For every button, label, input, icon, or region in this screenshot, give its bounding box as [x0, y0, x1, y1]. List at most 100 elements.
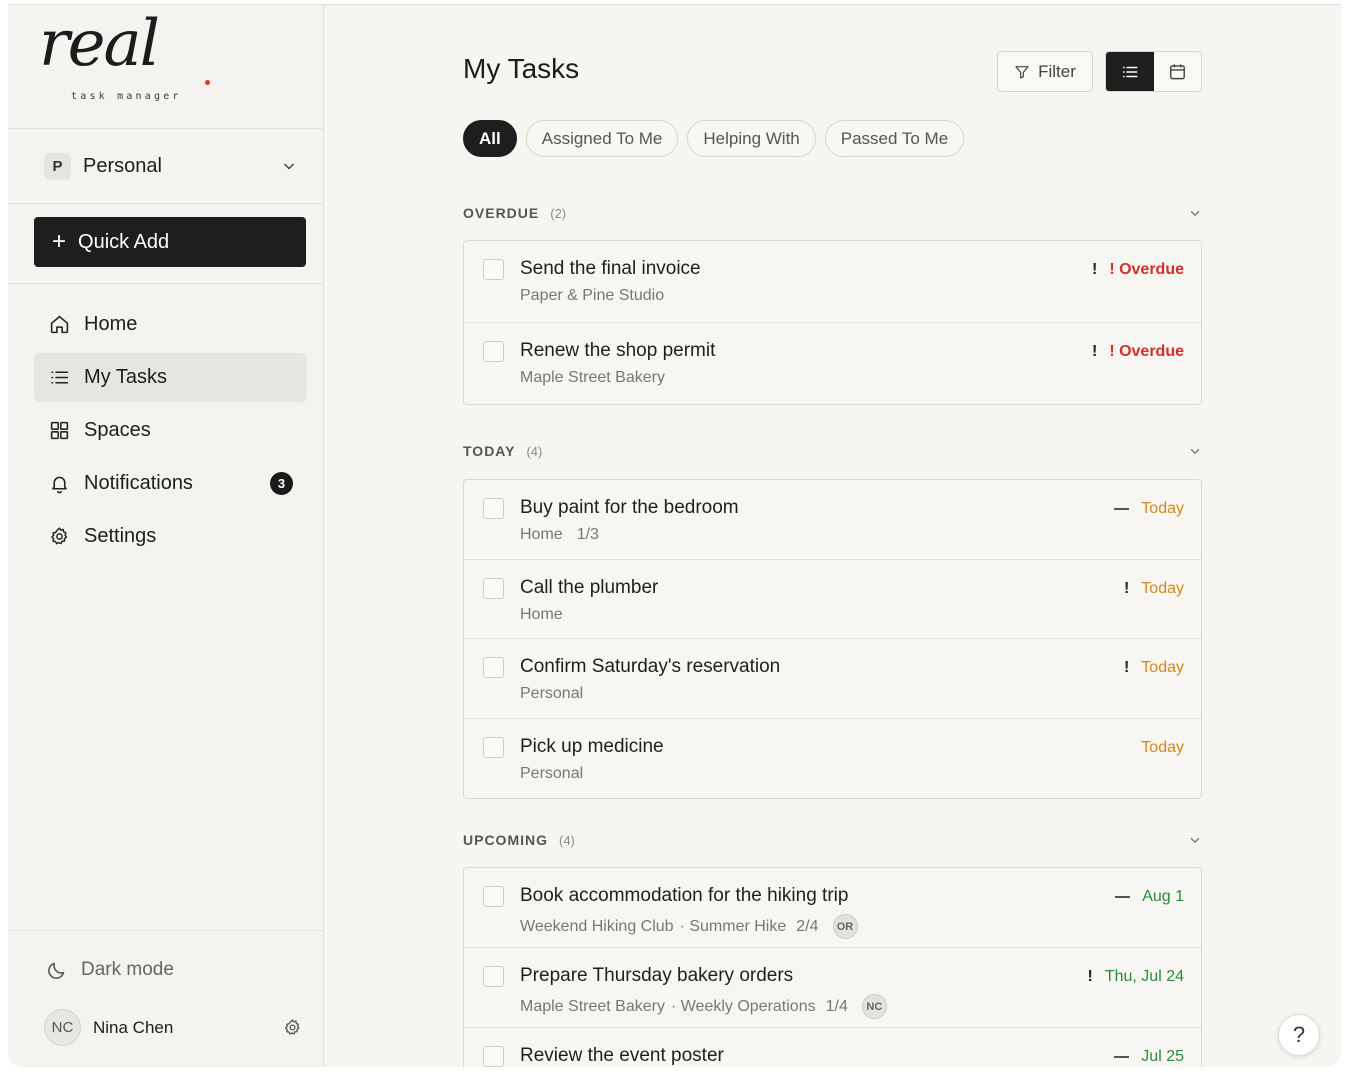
avatar: NC [44, 1009, 81, 1046]
task-title: Confirm Saturday's reservation [520, 656, 781, 677]
task-row[interactable]: Send the final invoice Paper & Pine Stud… [464, 241, 1201, 323]
task-meta: Weekend Hiking Club · Summer Hike 2/4 OR [520, 914, 858, 939]
logo-dot [205, 80, 210, 85]
task-row[interactable]: Confirm Saturday's reservation Personal … [464, 639, 1201, 719]
task-checkbox[interactable] [483, 578, 504, 599]
task-checkbox[interactable] [483, 657, 504, 678]
home-icon [48, 314, 70, 336]
user-profile[interactable]: NC Nina Chen [44, 1009, 302, 1046]
task-checkbox[interactable] [483, 966, 504, 987]
task-meta: Maple Street Bakery · Weekly Operations … [520, 994, 887, 1019]
workspace-name: Personal [83, 154, 162, 177]
gear-icon [48, 526, 70, 548]
tab-all[interactable]: All [463, 120, 517, 157]
section-header-overdue[interactable]: OVERDUE (2) [463, 205, 1202, 221]
section-count: (2) [550, 205, 567, 221]
due-label: Thu, Jul 24 [1104, 968, 1184, 985]
due-label: Today [1141, 659, 1184, 676]
tab-passed-to-me[interactable]: Passed To Me [824, 120, 965, 157]
logo-wordmark: real [39, 7, 160, 81]
task-checkbox[interactable] [483, 886, 504, 907]
calendar-icon [1169, 64, 1185, 80]
help-button[interactable]: ? [1278, 1014, 1320, 1056]
task-project: Personal [520, 685, 584, 702]
assignee-avatar: OR [832, 914, 858, 939]
view-mode-toggle [1105, 51, 1202, 92]
section-count: (4) [559, 832, 575, 848]
task-title: Prepare Thursday bakery orders [520, 965, 794, 986]
task-row[interactable]: Call the plumber Home ! Today [464, 560, 1201, 639]
quick-add-label: Quick Add [78, 230, 170, 253]
task-checkbox[interactable] [483, 498, 504, 519]
task-title: Review the event poster [520, 1045, 724, 1066]
tab-helping-with[interactable]: Helping With [687, 120, 816, 157]
task-meta: Home 1/3 [520, 526, 599, 544]
user-name: Nina Chen [93, 1017, 174, 1037]
dark-mode-toggle[interactable]: Dark mode [46, 959, 174, 981]
list-view-button[interactable] [1106, 52, 1154, 91]
priority-indicator: ! [1091, 261, 1098, 278]
task-row[interactable]: Buy paint for the bedroom Home 1/3 Today [464, 480, 1201, 560]
task-list-overdue: Send the final invoice Paper & Pine Stud… [463, 240, 1202, 405]
sidebar-item-settings[interactable]: Settings [34, 512, 307, 561]
sidebar-item-my-tasks[interactable]: My Tasks [34, 353, 307, 402]
task-due-area: ! Today [1124, 659, 1184, 677]
task-due-area: Jul 25 [1114, 1048, 1184, 1066]
logo[interactable]: real task manager [8, 5, 323, 129]
task-project: Home [520, 606, 563, 623]
page-title: My Tasks [463, 53, 580, 84]
sidebar-item-home[interactable]: Home [34, 300, 307, 349]
task-due-area: Today [1114, 500, 1184, 518]
list-icon [1122, 66, 1138, 77]
task-row[interactable]: Review the event poster Jul 25 [464, 1028, 1201, 1067]
task-list-today: Buy paint for the bedroom Home 1/3 Today… [463, 479, 1202, 799]
section-header-today[interactable]: TODAY (4) [463, 443, 1202, 459]
sidebar-item-spaces[interactable]: Spaces [34, 406, 307, 455]
task-list-upcoming: Book accommodation for the hiking trip W… [463, 867, 1202, 1067]
dark-mode-label: Dark mode [81, 959, 174, 980]
sidebar-item-notifications[interactable]: Notifications 3 [34, 459, 307, 508]
task-meta: Maple Street Bakery [520, 369, 665, 387]
bell-icon [48, 473, 70, 495]
task-checkbox[interactable] [483, 341, 504, 362]
due-label: Today [1141, 500, 1184, 517]
task-subproject: · Weekly Operations [670, 997, 816, 1015]
sidebar-footer: Dark mode NC Nina Chen [8, 930, 323, 1067]
gear-icon[interactable] [283, 1018, 302, 1037]
filter-label: Filter [1038, 61, 1076, 81]
task-row[interactable]: Renew the shop permit Maple Street Baker… [464, 323, 1201, 404]
tab-assigned-to-me[interactable]: Assigned To Me [525, 120, 679, 157]
quick-add-button[interactable]: + Quick Add [34, 217, 306, 267]
section-label: UPCOMING [463, 832, 548, 848]
due-label: ! Overdue [1109, 261, 1184, 278]
sidebar-nav: Home My Tasks Spaces Notifications 3 Set… [8, 284, 323, 561]
task-row[interactable]: Book accommodation for the hiking trip W… [464, 868, 1201, 948]
sidebar-item-label: Notifications [84, 472, 193, 494]
priority-indicator [1115, 896, 1131, 898]
task-checkbox[interactable] [483, 737, 504, 758]
chevron-down-icon [283, 163, 295, 170]
task-project: Personal [520, 765, 584, 782]
task-row[interactable]: Prepare Thursday bakery orders Maple Str… [464, 948, 1201, 1028]
notification-count-badge: 3 [270, 472, 293, 495]
filter-button[interactable]: Filter [997, 51, 1093, 92]
calendar-view-button[interactable] [1154, 52, 1202, 91]
task-meta: Personal [520, 685, 583, 703]
section-header-upcoming[interactable]: UPCOMING (4) [463, 832, 1202, 848]
sidebar-item-label: Settings [84, 525, 157, 547]
grid-icon [48, 420, 70, 442]
sidebar-item-label: My Tasks [84, 366, 167, 388]
task-due-area: Today [1141, 739, 1184, 757]
due-label: Aug 1 [1142, 888, 1184, 905]
priority-indicator: ! [1087, 968, 1093, 985]
task-project: Paper & Pine Studio [520, 287, 665, 304]
task-checkbox[interactable] [483, 259, 504, 280]
assignee-avatar: NC [861, 994, 887, 1019]
workspace-switcher[interactable]: P Personal [8, 129, 323, 204]
task-title: Pick up medicine [520, 736, 664, 757]
task-checkbox[interactable] [483, 1046, 504, 1067]
task-row[interactable]: Pick up medicine Personal Today [464, 719, 1201, 798]
priority-indicator: ! [1123, 580, 1130, 597]
task-title: Buy paint for the bedroom [520, 497, 739, 518]
task-meta: Home [520, 606, 563, 624]
